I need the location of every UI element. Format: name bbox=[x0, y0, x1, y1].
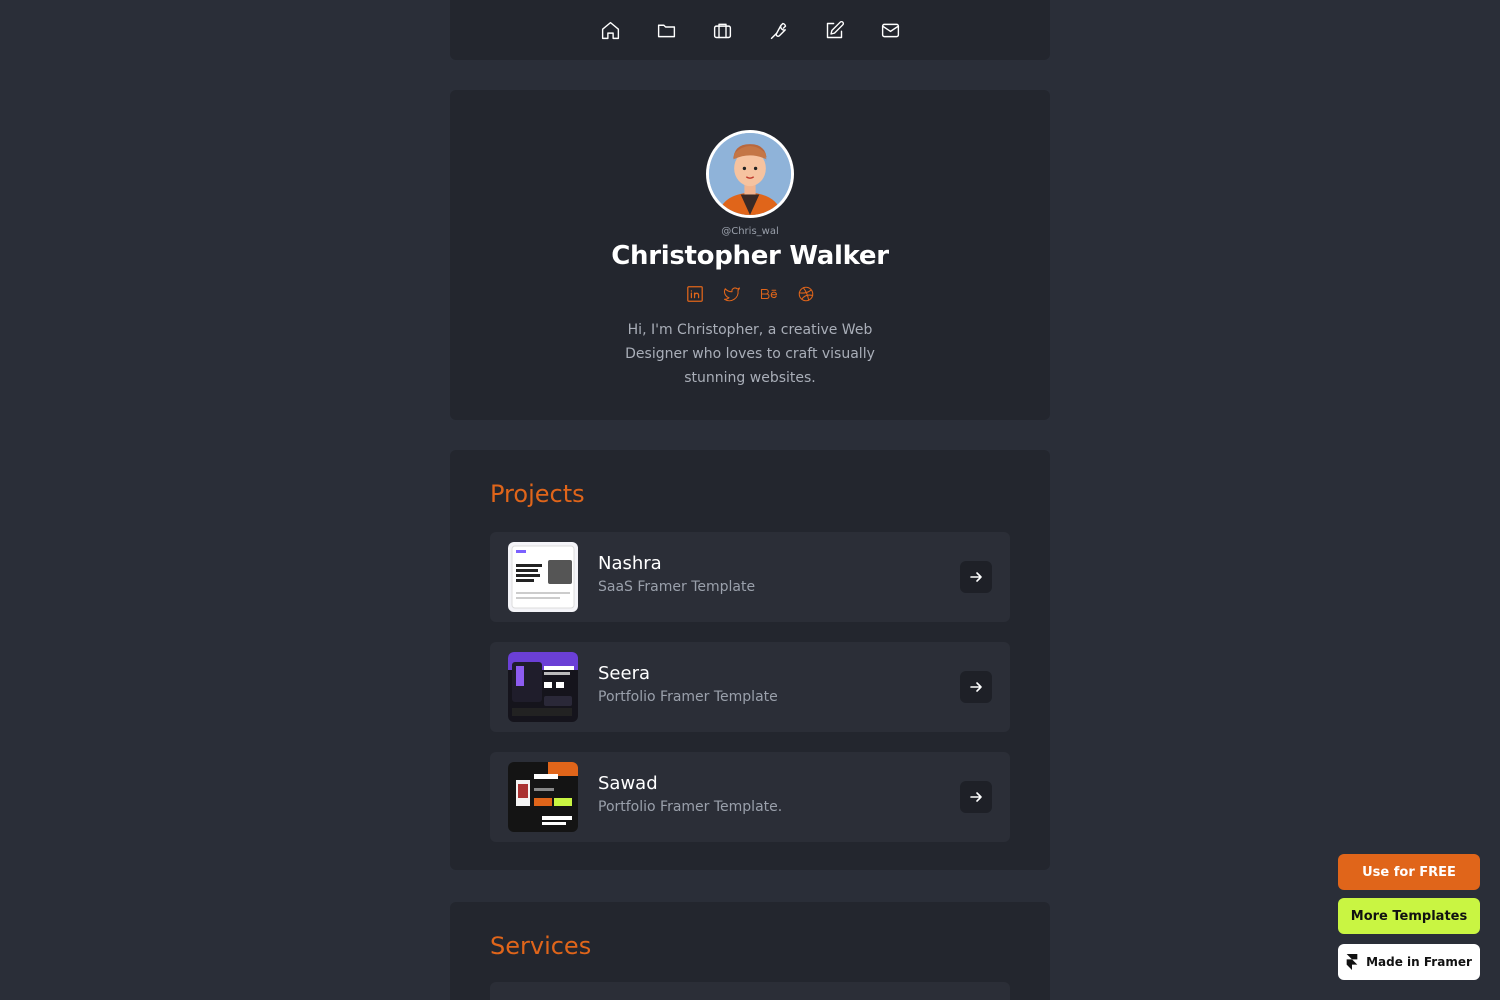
profile-card: @Chris_wal Christopher Walker Hi, I'm Ch… bbox=[450, 90, 1050, 420]
services-section: Services bbox=[450, 902, 1050, 1000]
wrench-icon[interactable] bbox=[766, 18, 790, 42]
project-thumbnail bbox=[508, 542, 578, 612]
services-title: Services bbox=[490, 932, 592, 960]
arrow-right-icon[interactable] bbox=[960, 781, 992, 813]
project-item[interactable]: Sawad Portfolio Framer Template. bbox=[490, 752, 1010, 842]
dribbble-icon[interactable] bbox=[796, 284, 816, 304]
projects-section: Projects Nashra SaaS Framer Template See… bbox=[450, 450, 1050, 870]
made-in-framer-label: Made in Framer bbox=[1366, 955, 1472, 969]
briefcase-icon[interactable] bbox=[710, 18, 734, 42]
profile-name: Christopher Walker bbox=[611, 241, 889, 271]
home-icon[interactable] bbox=[598, 18, 622, 42]
mail-icon[interactable] bbox=[878, 18, 902, 42]
linkedin-icon[interactable] bbox=[685, 284, 705, 304]
project-subtitle: Portfolio Framer Template bbox=[598, 689, 778, 705]
project-item[interactable]: Nashra SaaS Framer Template bbox=[490, 532, 1010, 622]
avatar bbox=[706, 130, 794, 218]
more-templates-button[interactable]: More Templates bbox=[1338, 898, 1480, 934]
folder-icon[interactable] bbox=[654, 18, 678, 42]
service-item[interactable] bbox=[490, 982, 1010, 1000]
projects-title: Projects bbox=[490, 480, 585, 508]
edit-icon[interactable] bbox=[822, 18, 846, 42]
behance-icon[interactable] bbox=[759, 284, 779, 304]
profile-handle: @Chris_wal bbox=[721, 226, 779, 237]
project-name: Sawad bbox=[598, 773, 658, 794]
project-name: Seera bbox=[598, 663, 651, 684]
top-nav bbox=[450, 0, 1050, 60]
use-for-free-button[interactable]: Use for FREE bbox=[1338, 854, 1480, 890]
profile-bio: Hi, I'm Christopher, a creative Web Desi… bbox=[625, 322, 875, 386]
project-item[interactable]: Seera Portfolio Framer Template bbox=[490, 642, 1010, 732]
twitter-icon[interactable] bbox=[722, 284, 742, 304]
framer-logo-icon bbox=[1346, 954, 1358, 970]
project-thumbnail bbox=[508, 652, 578, 722]
project-thumbnail bbox=[508, 762, 578, 832]
project-subtitle: SaaS Framer Template bbox=[598, 579, 756, 595]
made-in-framer-badge[interactable]: Made in Framer bbox=[1338, 944, 1480, 980]
project-name: Nashra bbox=[598, 553, 662, 574]
arrow-right-icon[interactable] bbox=[960, 561, 992, 593]
arrow-right-icon[interactable] bbox=[960, 671, 992, 703]
social-links bbox=[450, 284, 1050, 304]
project-subtitle: Portfolio Framer Template. bbox=[598, 799, 783, 815]
